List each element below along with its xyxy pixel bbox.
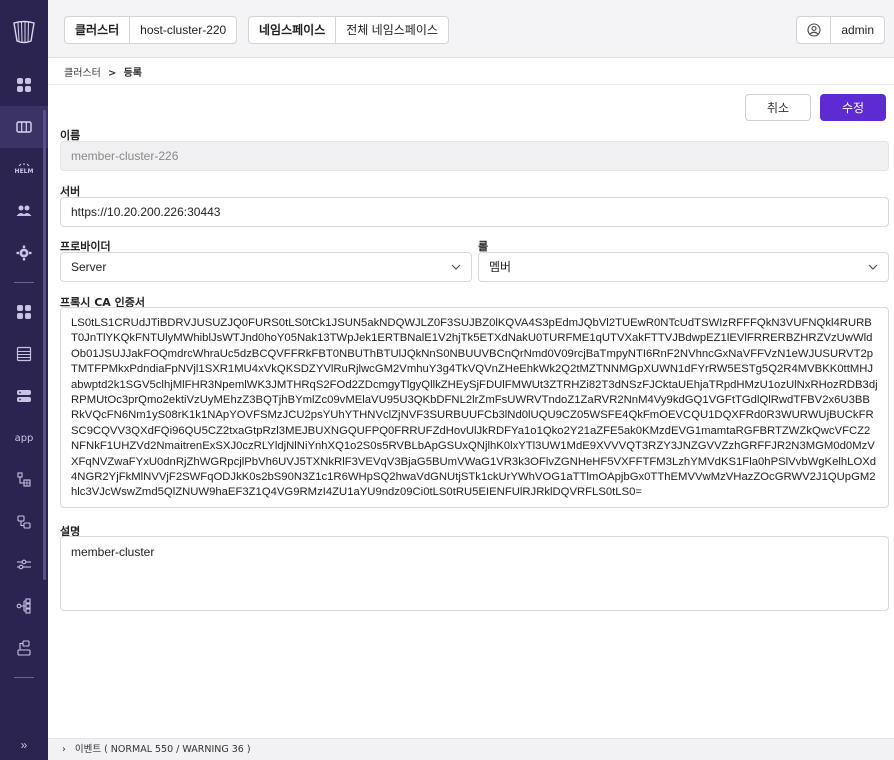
breadcrumb-current: 등록 (123, 68, 142, 79)
breadcrumb-parent[interactable]: 클러스터 (64, 68, 101, 79)
cluster-selector[interactable]: 클러스터 host-cluster-220 (64, 16, 238, 44)
save-button[interactable]: 수정 (820, 94, 886, 121)
provider-select-value: Server (71, 260, 107, 274)
event-bar[interactable]: › 이벤트 ( NORMAL 550 / WARNING 36 ) (48, 738, 894, 760)
sidebar-item-storage[interactable] (0, 375, 48, 417)
grid-icon (17, 305, 31, 319)
app-text-icon: app (14, 432, 34, 444)
server-field[interactable]: https://10.20.200.226:30443 (60, 197, 889, 227)
chevron-right-icon: › (62, 744, 66, 755)
cancel-button[interactable]: 취소 (745, 94, 811, 121)
role-select[interactable]: 멤버 (478, 252, 889, 282)
sidebar-item-helm[interactable]: HELM (0, 148, 48, 190)
role-select-value: 멤버 (489, 260, 512, 274)
sidebar-item-apps[interactable] (0, 291, 48, 333)
top-bar: 클러스터 host-cluster-220 네임스페이스 전체 네임스페이스 a… (48, 0, 894, 58)
cluster-selector-label: 클러스터 (75, 23, 120, 37)
sidebar-item-network[interactable] (0, 543, 48, 585)
harp-icon (13, 20, 35, 44)
storage-icon (17, 390, 31, 402)
chevron-down-icon (868, 264, 878, 270)
sidebar-expand-icon[interactable]: » (0, 738, 48, 752)
sidebar-item-dashboard[interactable] (0, 64, 48, 106)
deploy-icon (17, 640, 31, 656)
sidebar-divider (14, 282, 34, 283)
sidebar-item-nodes[interactable] (0, 501, 48, 543)
cluster-icon (16, 121, 32, 133)
sidebar-item-servers[interactable] (0, 333, 48, 375)
topology-icon (17, 472, 31, 487)
sidebar-item-users[interactable] (0, 190, 48, 232)
username[interactable]: admin (831, 17, 884, 43)
gear-icon (16, 245, 32, 261)
sidebar-scrollbar[interactable] (43, 110, 46, 580)
name-field: member-cluster-226 (60, 141, 889, 171)
sidebar-item-app[interactable]: app (0, 417, 48, 459)
user-menu[interactable]: admin (796, 16, 885, 44)
grid-icon (17, 78, 31, 92)
workflow-icon (16, 598, 31, 614)
network-icon (17, 559, 31, 570)
nodes-icon (17, 515, 31, 529)
harp-logo-icon[interactable] (0, 0, 48, 64)
description-textarea[interactable]: member-cluster (60, 536, 889, 611)
breadcrumb: 클러스터 > 등록 (64, 64, 142, 79)
event-summary: 이벤트 ( NORMAL 550 / WARNING 36 ) (74, 744, 251, 755)
sidebar-item-deploy[interactable] (0, 627, 48, 669)
namespace-selector-value[interactable]: 전체 네임스페이스 (335, 17, 448, 43)
sidebar-item-workflow[interactable] (0, 585, 48, 627)
user-avatar-icon[interactable] (797, 17, 832, 43)
sidebar-item-clusters[interactable] (0, 106, 48, 148)
sidebar-item-settings[interactable] (0, 232, 48, 274)
ca-cert-textarea[interactable]: LS0tLS1CRUdJTiBDRVJUSUZJQ0FURS0tLS0tCk1J… (60, 307, 889, 508)
sidebar-divider (14, 677, 34, 678)
users-icon (16, 205, 32, 216)
helm-icon: HELM (15, 163, 33, 175)
breadcrumb-divider (48, 84, 894, 85)
user-icon (807, 23, 821, 37)
breadcrumb-separator: > (108, 68, 117, 79)
cluster-selector-value[interactable]: host-cluster-220 (129, 17, 236, 43)
namespace-selector[interactable]: 네임스페이스 전체 네임스페이스 (248, 16, 449, 44)
namespace-selector-label: 네임스페이스 (259, 23, 326, 37)
sidebar-item-topology[interactable] (0, 459, 48, 501)
svg-text:HELM: HELM (15, 168, 33, 175)
sidebar: HELM app » (0, 0, 48, 760)
provider-select[interactable]: Server (60, 252, 472, 282)
server-list-icon (16, 346, 32, 362)
chevron-down-icon (451, 264, 461, 270)
